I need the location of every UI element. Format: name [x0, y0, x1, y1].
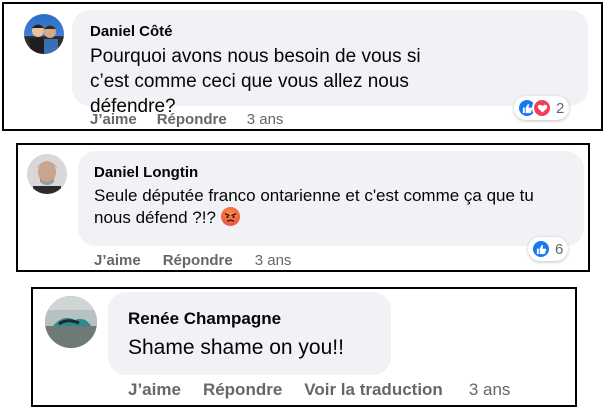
- comment-card: Daniel Côté Pourquoi avons nous besoin d…: [2, 2, 603, 131]
- comment-text: Pourquoi avons nous besoin de vous si c’…: [90, 46, 421, 118]
- reactions-summary[interactable]: 6: [528, 237, 569, 261]
- avatar-image: [45, 296, 97, 348]
- reactions-summary[interactable]: 2: [514, 96, 570, 120]
- comment-actions: J’aime Répondre 3 ans: [94, 252, 291, 269]
- avatar-image: [27, 154, 67, 194]
- avatar[interactable]: [45, 296, 97, 348]
- timestamp[interactable]: 3 ans: [247, 111, 284, 128]
- avatar[interactable]: [27, 154, 67, 194]
- see-translation-button[interactable]: Voir la traduction: [304, 380, 443, 400]
- avatar-image: [30, 24, 58, 54]
- like-icon: [531, 239, 551, 259]
- comment-actions: J’aime Répondre 3 ans: [90, 111, 283, 128]
- angry-face-icon: [220, 207, 240, 227]
- like-button[interactable]: J’aime: [128, 380, 181, 400]
- reply-button[interactable]: Répondre: [163, 252, 233, 269]
- timestamp[interactable]: 3 ans: [469, 380, 511, 400]
- avatar[interactable]: [24, 14, 64, 54]
- like-button[interactable]: J’aime: [94, 252, 141, 269]
- reply-button[interactable]: Répondre: [203, 380, 282, 400]
- comment-text: Seule députée franco ontarienne et c'est…: [94, 185, 564, 230]
- comment-text: Shame shame on you!!: [128, 336, 344, 359]
- comment-actions: J’aime Répondre Voir la traduction 3 ans: [128, 380, 510, 400]
- reaction-count: 6: [555, 240, 564, 258]
- comment-author[interactable]: Renée Champagne: [128, 309, 281, 329]
- timestamp[interactable]: 3 ans: [255, 252, 292, 269]
- comment-card: Daniel Longtin Seule députée franco onta…: [16, 143, 590, 272]
- reaction-count: 2: [556, 99, 565, 117]
- reply-button[interactable]: Répondre: [157, 111, 227, 128]
- comment-text-content: Seule députée franco ontarienne et c'est…: [94, 186, 534, 228]
- like-button[interactable]: J’aime: [90, 111, 137, 128]
- love-icon: [532, 98, 552, 118]
- comment-author[interactable]: Daniel Longtin: [94, 164, 198, 181]
- comment-author[interactable]: Daniel Côté: [90, 23, 173, 40]
- comment-card: Renée Champagne Shame shame on you!! J’a…: [31, 287, 577, 407]
